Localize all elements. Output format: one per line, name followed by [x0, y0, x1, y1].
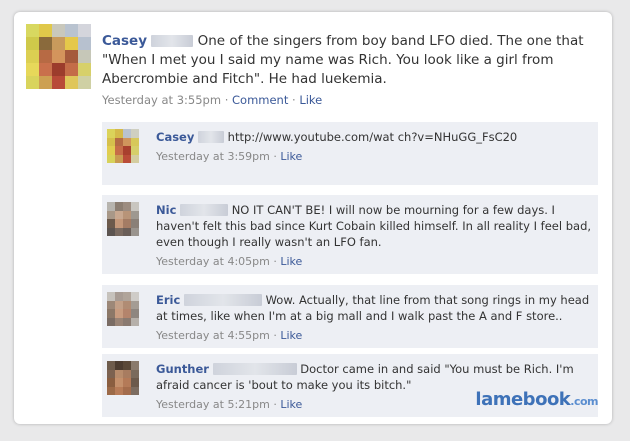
comment-meta: Yesterday at 4:55pm · Like — [156, 329, 303, 342]
avatar[interactable] — [26, 24, 91, 89]
comment-author-link[interactable]: Nic — [156, 203, 176, 217]
post-author-link[interactable]: Casey — [102, 33, 147, 49]
redacted-surname — [180, 204, 229, 216]
comment-like-link[interactable]: Like — [280, 398, 302, 411]
story-card: Casey One of the singers from boy band L… — [14, 12, 612, 424]
comment-meta: Yesterday at 3:59pm · Like — [156, 150, 303, 163]
comment-body: Eric Wow. Actually, that line from that … — [156, 292, 592, 344]
comment-item: Eric Wow. Actually, that line from that … — [102, 285, 598, 349]
comment-body: Casey http://www.youtube.com/wat ch?v=NH… — [156, 129, 592, 165]
commenter-avatar[interactable] — [107, 361, 139, 395]
comment-like-link[interactable]: Like — [280, 255, 302, 268]
commenter-avatar[interactable] — [107, 202, 139, 236]
comment-timestamp[interactable]: Yesterday at 4:55pm — [156, 329, 270, 342]
comment-author-link[interactable]: Eric — [156, 293, 180, 307]
comment-meta: Yesterday at 4:05pm · Like — [156, 255, 303, 268]
comment-link[interactable]: Comment — [232, 93, 288, 107]
comment-timestamp[interactable]: Yesterday at 5:21pm — [156, 398, 270, 411]
comment-body: Nic NO IT CAN'T BE! I will now be mourni… — [156, 202, 592, 270]
redacted-surname — [198, 131, 224, 143]
comment-item: Casey http://www.youtube.com/wat ch?v=NH… — [102, 122, 598, 186]
redacted-surname — [212, 363, 297, 375]
commenter-avatar[interactable] — [107, 292, 139, 326]
lamebook-watermark: lamebook.com — [475, 389, 598, 410]
redacted-surname — [151, 35, 194, 47]
post-meta: Yesterday at 3:55pm · Comment · Like — [102, 93, 323, 107]
redacted-surname — [183, 294, 262, 306]
comment-text[interactable]: http://www.youtube.com/wat ch?v=NHuGG_Fs… — [228, 130, 518, 144]
post-timestamp[interactable]: Yesterday at 3:55pm — [102, 93, 221, 107]
comment-timestamp[interactable]: Yesterday at 4:05pm — [156, 255, 270, 268]
post-body: Casey One of the singers from boy band L… — [102, 32, 602, 110]
like-link[interactable]: Like — [299, 93, 322, 107]
comment-timestamp[interactable]: Yesterday at 3:59pm — [156, 150, 270, 163]
comment-like-link[interactable]: Like — [280, 329, 302, 342]
comment-like-link[interactable]: Like — [280, 150, 302, 163]
comment-item: Nic NO IT CAN'T BE! I will now be mourni… — [102, 195, 598, 275]
comment-author-link[interactable]: Casey — [156, 130, 194, 144]
comment-author-link[interactable]: Gunther — [156, 362, 209, 376]
commenter-avatar[interactable] — [107, 129, 139, 163]
